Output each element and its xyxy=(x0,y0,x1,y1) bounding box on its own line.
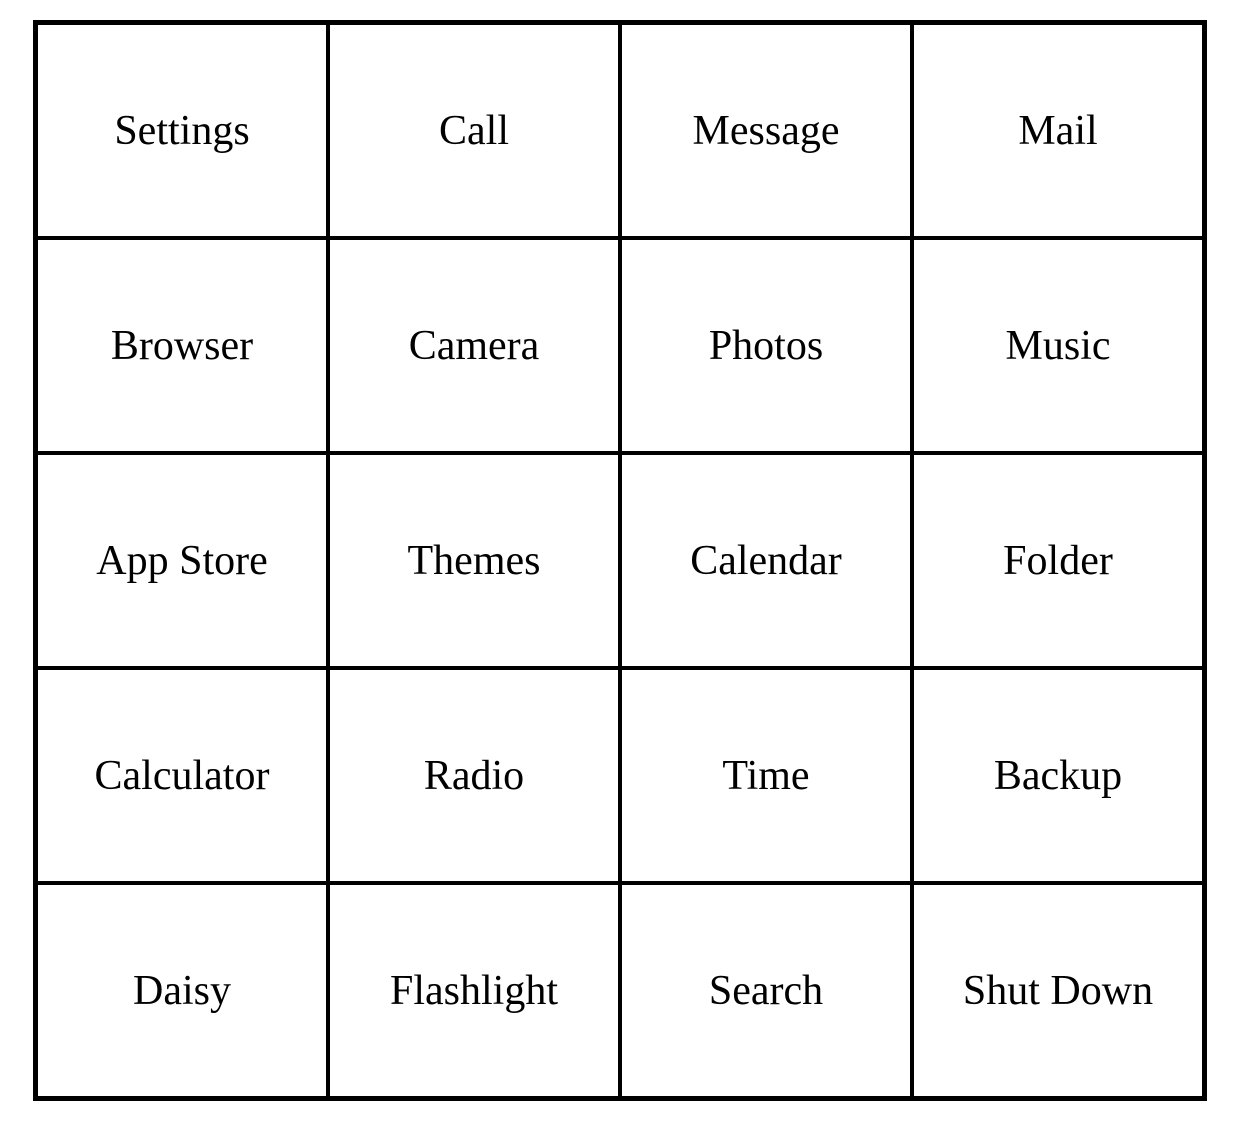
cell-label: Camera xyxy=(409,322,540,370)
cell-settings[interactable]: Settings xyxy=(36,23,328,238)
cell-label: Call xyxy=(439,107,509,155)
cell-calendar[interactable]: Calendar xyxy=(620,453,912,668)
cell-label: Flashlight xyxy=(390,967,558,1015)
cell-label: Themes xyxy=(408,537,541,585)
cell-search[interactable]: Search xyxy=(620,883,912,1098)
cell-label: App Store xyxy=(96,537,268,585)
cell-label: Browser xyxy=(111,322,253,370)
cell-time[interactable]: Time xyxy=(620,668,912,883)
cell-label: Calculator xyxy=(95,752,270,800)
cell-label: Backup xyxy=(994,752,1122,800)
cell-music[interactable]: Music xyxy=(912,238,1204,453)
cell-shut-down[interactable]: Shut Down xyxy=(912,883,1204,1098)
app-grid: Settings Call Message Mail Browser Camer… xyxy=(33,20,1207,1101)
cell-label: Search xyxy=(709,967,823,1015)
cell-label: Folder xyxy=(1003,537,1113,585)
cell-browser[interactable]: Browser xyxy=(36,238,328,453)
cell-label: Mail xyxy=(1018,107,1097,155)
cell-backup[interactable]: Backup xyxy=(912,668,1204,883)
cell-label: Time xyxy=(722,752,809,800)
cell-camera[interactable]: Camera xyxy=(328,238,620,453)
cell-label: Settings xyxy=(114,107,249,155)
cell-label: Photos xyxy=(709,322,823,370)
cell-mail[interactable]: Mail xyxy=(912,23,1204,238)
cell-daisy[interactable]: Daisy xyxy=(36,883,328,1098)
cell-label: Message xyxy=(693,107,840,155)
cell-label: Radio xyxy=(424,752,524,800)
cell-call[interactable]: Call xyxy=(328,23,620,238)
cell-label: Daisy xyxy=(133,967,231,1015)
cell-radio[interactable]: Radio xyxy=(328,668,620,883)
cell-flashlight[interactable]: Flashlight xyxy=(328,883,620,1098)
cell-label: Music xyxy=(1006,322,1111,370)
cell-folder[interactable]: Folder xyxy=(912,453,1204,668)
cell-calculator[interactable]: Calculator xyxy=(36,668,328,883)
cell-app-store[interactable]: App Store xyxy=(36,453,328,668)
cell-message[interactable]: Message xyxy=(620,23,912,238)
cell-label: Calendar xyxy=(690,537,842,585)
cell-photos[interactable]: Photos xyxy=(620,238,912,453)
cell-themes[interactable]: Themes xyxy=(328,453,620,668)
cell-label: Shut Down xyxy=(963,967,1153,1015)
